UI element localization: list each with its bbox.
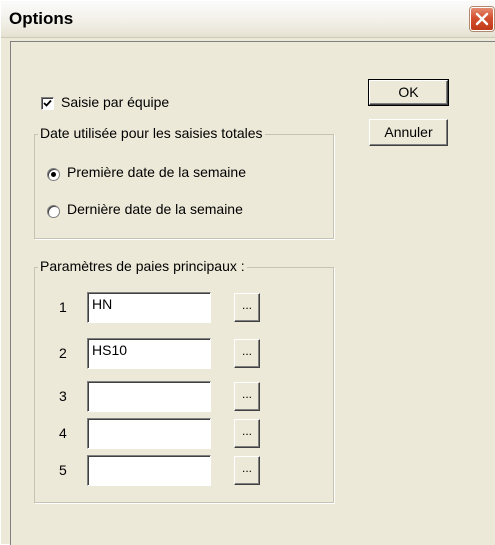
param-field-3[interactable] (87, 381, 211, 412)
team-entry-label[interactable]: Saisie par équipe (61, 94, 169, 110)
param-browse-button-2[interactable]: ... (234, 339, 260, 368)
param-field-2[interactable]: HS10 (87, 338, 211, 369)
param-row-number: 5 (59, 462, 67, 478)
cancel-button[interactable]: Annuler (369, 119, 448, 146)
radio-last-date[interactable] (47, 205, 60, 218)
param-row-number: 3 (59, 388, 67, 404)
param-browse-button-3[interactable]: ... (234, 382, 260, 411)
ok-button[interactable]: OK (368, 79, 449, 106)
window-title: Options (9, 9, 74, 28)
close-icon (475, 12, 489, 26)
param-browse-button-1[interactable]: ... (234, 293, 260, 322)
date-group-title: Date utilisée pour les saisies totales (38, 125, 265, 141)
param-row-number: 1 (59, 299, 67, 315)
radio-first-date[interactable] (47, 168, 60, 181)
param-browse-button-4[interactable]: ... (234, 419, 260, 448)
param-field-1[interactable]: HN (87, 292, 211, 323)
checkmark-icon (43, 99, 52, 107)
param-field-4[interactable] (87, 418, 211, 449)
param-field-5[interactable] (87, 455, 211, 486)
param-row-number: 4 (59, 425, 67, 441)
team-entry-checkbox[interactable] (41, 97, 54, 110)
title-bar[interactable]: Options (1, 1, 495, 38)
close-button[interactable] (470, 7, 494, 31)
date-groupbox (34, 134, 334, 239)
param-row-number: 2 (59, 345, 67, 361)
radio-last-date-label[interactable]: Dernière date de la semaine (67, 201, 243, 217)
param-browse-button-5[interactable]: ... (234, 456, 260, 485)
params-group-title: Paramètres de paies principaux : (38, 258, 247, 274)
dialog-content: Saisie par équipe Date utilisée pour les… (10, 41, 495, 545)
options-dialog: Options Saisie par équipe Date utilisée … (0, 0, 495, 545)
radio-first-date-label[interactable]: Première date de la semaine (67, 164, 246, 180)
